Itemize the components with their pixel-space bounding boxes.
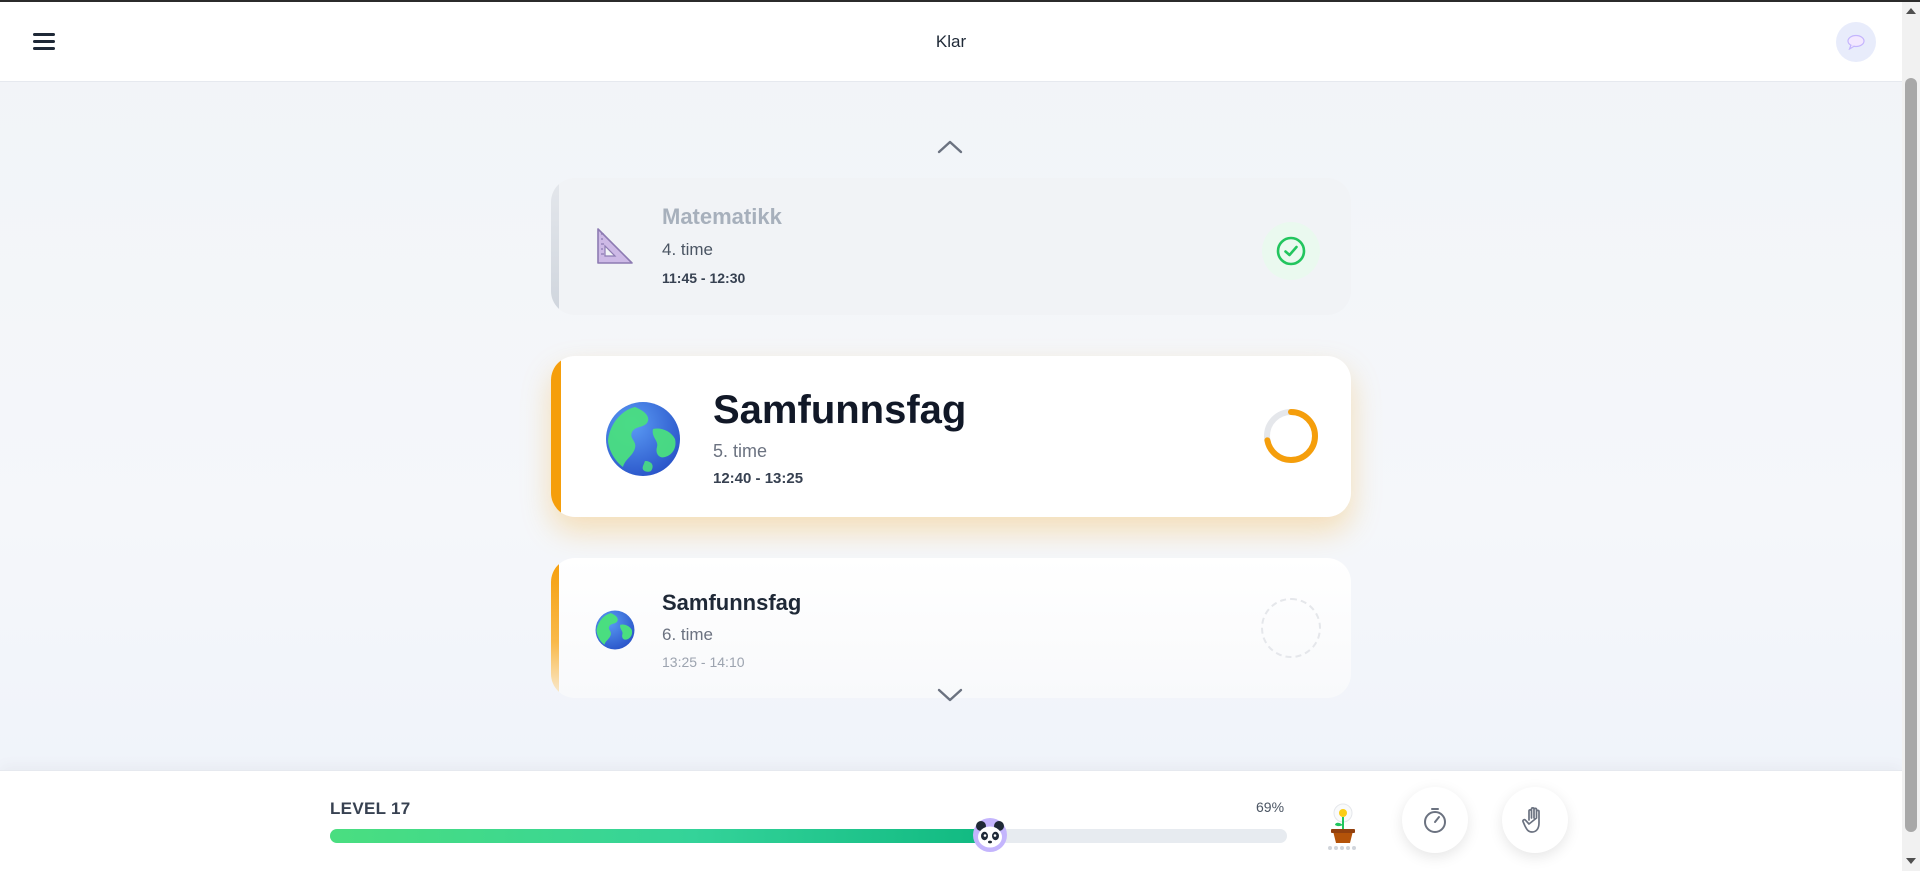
app-header: Klar: [0, 2, 1902, 82]
raise-hand-button[interactable]: [1502, 787, 1568, 853]
lesson-period: 5. time: [713, 441, 768, 461]
level-percent: 69%: [1256, 799, 1285, 815]
scroll-down-button[interactable]: [935, 683, 965, 707]
status-done-badge: [1262, 222, 1320, 280]
speech-bubble-icon: [1847, 34, 1865, 50]
lesson-time: 13:25 - 14:10: [662, 654, 745, 670]
chevron-down-icon: [937, 688, 963, 702]
globe-icon: [595, 610, 635, 650]
lesson-time: 12:40 - 13:25: [713, 470, 804, 487]
lesson-time: 11:45 - 12:30: [662, 270, 746, 286]
level-label: LEVEL 17: [330, 799, 411, 818]
timer-button[interactable]: [1402, 787, 1468, 853]
lesson-period: 4. time: [662, 240, 714, 259]
scrollbar-thumb[interactable]: [1905, 78, 1917, 832]
card-accent-bar: [551, 356, 561, 517]
card-accent-bar: [551, 178, 559, 315]
stopwatch-icon: [1424, 808, 1446, 833]
raised-hand-icon: [1522, 807, 1540, 833]
lesson-subject: Samfunnsfag: [662, 590, 802, 615]
lesson-period: 6. time: [662, 625, 714, 644]
chevron-up-icon: [937, 140, 963, 154]
status-pending-ring: [1261, 598, 1321, 658]
page-scrollbar[interactable]: [1902, 2, 1920, 871]
lesson-card-upcoming[interactable]: Samfunnsfag 6. time 13:25 - 14:10: [551, 558, 1351, 698]
scrollbar-down-arrow[interactable]: [1906, 858, 1916, 864]
level-progress-fill: [330, 829, 991, 843]
chat-button[interactable]: [1836, 22, 1876, 62]
globe-icon: [606, 402, 680, 476]
level-progress-bar: [330, 818, 1287, 852]
scrollbar-up-arrow[interactable]: [1906, 8, 1916, 14]
lesson-card-done[interactable]: Matematikk 4. time 11:45 - 12:30: [551, 178, 1351, 315]
lesson-progress-ring: [1264, 409, 1318, 463]
lesson-subject: Samfunnsfag: [713, 388, 967, 432]
panda-avatar[interactable]: [972, 817, 1008, 853]
triangle-ruler-icon: [597, 228, 633, 264]
lesson-subject: Matematikk: [662, 204, 782, 229]
panda-icon: [973, 818, 1008, 852]
card-accent-bar: [551, 558, 559, 698]
potted-flower-icon[interactable]: [1322, 801, 1364, 851]
lesson-card-active[interactable]: Samfunnsfag 5. time 12:40 - 13:25: [551, 356, 1351, 517]
scroll-up-button[interactable]: [935, 134, 965, 158]
check-circle-icon: [1276, 236, 1306, 266]
level-footer: LEVEL 17 69%: [0, 770, 1902, 871]
page-title: Klar: [935, 32, 967, 51]
